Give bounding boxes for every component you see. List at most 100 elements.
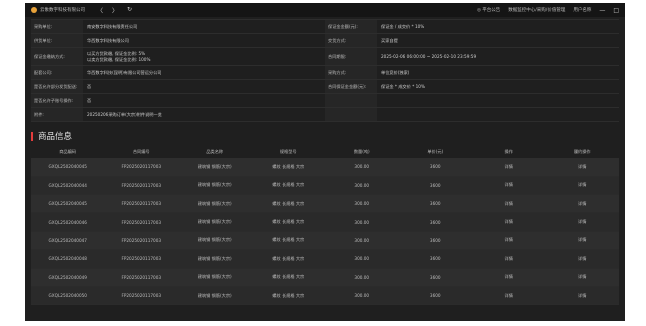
table-cell: 300.00	[325, 212, 399, 232]
table-cell: 300.00	[325, 268, 399, 287]
table-cell: 建筑钢 钢筋(大宗)	[178, 268, 252, 287]
info-label: 合同期限:	[325, 48, 377, 66]
info-label: 配套公司:	[31, 66, 83, 80]
contract-info-grid: 采购单位: 南安数字科技有限责任公司 保证金金额(元): 保证金 / 成交价 * 10…	[31, 19, 619, 123]
table-row: GXQL2502040046 FP2025020117003 建筑钢 钢筋(大宗) 螺…	[31, 212, 619, 232]
table-row: GXQL2502040048 FP2025020117003 建筑钢 钢筋(大宗) 螺…	[31, 249, 619, 269]
info-value-line: 华西数字科技有限公司	[87, 37, 129, 43]
app-logo-icon	[31, 7, 37, 13]
table-cell: FP2025020117003	[104, 231, 178, 251]
fulfillment-detail-link[interactable]: 详情	[545, 249, 619, 269]
column-header: 数量(吨)	[325, 145, 399, 159]
info-row: 附件: 20250206采购订单(大宗)附件说明一览	[31, 108, 619, 123]
view-detail-link[interactable]: 详情	[472, 212, 546, 232]
info-value-line: 20250206采购订单(大宗)附件说明一览	[87, 111, 162, 117]
info-cell: 合同保证金金额(元): 保证金 * 成交价 * 10%	[325, 80, 619, 94]
info-cell: 采购单位: 南安数字科技有限责任公司	[31, 20, 325, 33]
info-value-line: 南安数字科技有限责任公司	[87, 23, 138, 29]
info-value-line: 买家自提	[381, 37, 398, 43]
info-value: 2025-02-06 06:00:00 ~ 2025-02-10 23:59:5…	[377, 48, 619, 65]
table-cell: 3600	[398, 268, 472, 287]
table-cell: 3600	[398, 176, 472, 195]
info-cell: 采购方式: 单位竞价(独家)	[325, 66, 619, 80]
fulfillment-detail-link[interactable]: 详情	[545, 231, 619, 251]
info-value: 保证金 * 成交价 * 10%	[377, 80, 619, 93]
table-cell: FP2025020117003	[104, 268, 178, 287]
table-cell: 螺纹 长规格 大宗	[251, 249, 325, 269]
back-icon[interactable]: 〈	[97, 6, 103, 15]
table-cell: FP2025020117003	[104, 194, 178, 214]
breadcrumb[interactable]: 数据监控中心/采购/价值管理	[508, 7, 565, 13]
info-value: 20250206采购订单(大宗)附件说明一览	[83, 108, 325, 121]
info-value	[377, 108, 619, 121]
table-cell: 螺纹 长规格 大宗	[251, 268, 325, 287]
info-label: 是否允许部分发货配送:	[31, 80, 83, 94]
table-row: GXQL2502040045 FP2025020117003 建筑钢 钢筋(大宗) 螺…	[31, 194, 619, 214]
view-detail-link[interactable]: 详情	[472, 231, 546, 251]
info-label	[325, 94, 377, 108]
fulfillment-detail-link[interactable]: 详情	[545, 212, 619, 232]
info-value: 否	[83, 94, 325, 107]
fulfillment-detail-link[interactable]: 详情	[545, 268, 619, 287]
announcement-link[interactable]: ◎ 平台公告	[477, 7, 500, 13]
info-label: 是否允许子账号操作:	[31, 94, 83, 108]
info-cell: 附件: 20250206采购订单(大宗)附件说明一览	[31, 108, 325, 122]
table-cell: FP2025020117003	[104, 158, 178, 177]
table-cell: 螺纹 长规格 大宗	[251, 176, 325, 195]
info-label: 供货单位:	[31, 34, 83, 47]
view-detail-link[interactable]: 详情	[472, 176, 546, 195]
table-cell: FP2025020117003	[104, 212, 178, 232]
fulfillment-detail-link[interactable]: 详情	[545, 194, 619, 214]
table-cell: 3600	[398, 249, 472, 269]
table-cell: GXQL2502040048	[31, 249, 105, 269]
column-header: 合同编号	[104, 145, 178, 159]
table-cell: GXQL2502040045	[31, 194, 105, 214]
app-name: 云象数字科技有限公司	[40, 8, 85, 13]
info-label: 交货方式:	[325, 34, 377, 47]
info-row: 是否允许子账号操作: 否	[31, 94, 619, 109]
view-detail-link[interactable]: 详情	[472, 249, 546, 269]
info-cell: 合同期限: 2025-02-06 06:00:00 ~ 2025-02-10 23…	[325, 48, 619, 66]
table-row: GXQL2502040049 FP2025020117003 建筑钢 钢筋(大宗) 螺…	[31, 268, 619, 287]
goods-table-body: GXQL2502040045 FP2025020117003 建筑钢 钢筋(大宗) 螺…	[31, 158, 619, 306]
info-cell: 供货单位: 华西数字科技有限公司	[31, 34, 325, 47]
table-cell: 3600	[398, 286, 472, 306]
refresh-icon[interactable]: ↻	[127, 6, 132, 15]
info-label: 附件:	[31, 108, 83, 122]
view-detail-link[interactable]: 详情	[472, 194, 546, 214]
goods-section-title: 商品信息	[38, 132, 73, 143]
fulfillment-detail-link[interactable]: 详情	[545, 158, 619, 177]
info-value-line: 保证金 / 成交价 * 10%	[381, 23, 425, 29]
info-label: 采购单位:	[31, 20, 83, 33]
info-cell	[325, 108, 619, 122]
column-header: 单价(元)	[398, 145, 472, 159]
info-value: 以买方货款缴, 保证金比例: 5% 以卖方货款缴, 保证金比例: 100%	[83, 48, 325, 65]
minimize-icon[interactable]: —	[599, 7, 605, 14]
info-cell: 交货方式: 买家自提	[325, 34, 619, 47]
table-cell: 建筑钢 钢筋(大宗)	[178, 231, 252, 251]
table-cell: 300.00	[325, 249, 399, 269]
info-label: 合同保证金金额(元):	[325, 80, 377, 94]
fulfillment-detail-link[interactable]: 详情	[545, 176, 619, 195]
table-cell: 建筑钢 钢筋(大宗)	[178, 194, 252, 214]
info-value-line: 单位竞价(独家)	[381, 69, 410, 75]
forward-icon[interactable]: 〉	[112, 6, 118, 15]
info-label: 采购方式:	[325, 66, 377, 80]
view-detail-link[interactable]: 详情	[472, 286, 546, 306]
table-cell: GXQL2502040047	[31, 231, 105, 251]
table-row: GXQL2502040044 FP2025020117003 建筑钢 钢筋(大宗) 螺…	[31, 176, 619, 195]
table-cell: 螺纹 长规格 大宗	[251, 158, 325, 177]
table-cell: 300.00	[325, 176, 399, 195]
table-cell: GXQL2502040046	[31, 212, 105, 232]
view-detail-link[interactable]: 详情	[472, 158, 546, 177]
fulfillment-detail-link[interactable]: 详情	[545, 286, 619, 306]
view-detail-link[interactable]: 详情	[472, 268, 546, 287]
info-value: 单位竞价(独家)	[377, 66, 619, 79]
info-value: 华西数字科技有限公司	[83, 34, 325, 47]
table-cell: GXQL2502040044	[31, 176, 105, 195]
maximize-icon[interactable]: □	[613, 7, 619, 14]
info-cell: 是否允许部分发货配送: 否	[31, 80, 325, 94]
user-menu[interactable]: 用户名称	[573, 7, 591, 13]
info-value	[377, 94, 619, 107]
table-cell: 建筑钢 钢筋(大宗)	[178, 158, 252, 177]
